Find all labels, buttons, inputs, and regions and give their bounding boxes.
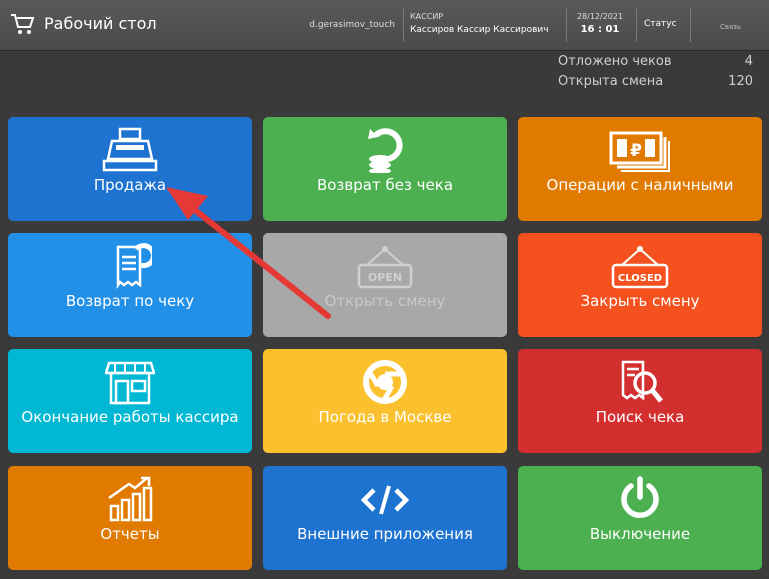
svg-text:CLOSED: CLOSED: [618, 273, 662, 284]
shutdown-tile[interactable]: Выключение: [518, 466, 762, 570]
tile-label: Продажа: [93, 176, 167, 194]
return-by-receipt-tile[interactable]: Возврат по чеку: [8, 233, 252, 337]
divider: [566, 8, 567, 42]
tile-label: Погода в Москве: [318, 408, 452, 426]
external-apps-tile[interactable]: Внешние приложения: [263, 466, 507, 570]
tile-label: Отчеты: [100, 525, 160, 543]
connection-indicator[interactable]: Связь: [708, 21, 753, 33]
tile-label: Операции с наличными: [546, 176, 734, 194]
receipt-search-icon: [621, 360, 663, 403]
coins-return-icon: [368, 128, 403, 173]
tile-label: Поиск чека: [595, 408, 685, 426]
tile-label: Возврат по чеку: [65, 292, 195, 310]
return-without-receipt-tile[interactable]: Возврат без чека: [263, 117, 507, 221]
cash-register-icon: [102, 127, 158, 172]
closed-sign-icon: CLOSED: [611, 246, 669, 289]
shop-icon: [105, 361, 155, 405]
cash-operations-tile[interactable]: ₽ Операции с наличными: [518, 117, 762, 221]
page-title: Рабочий стол: [44, 14, 157, 33]
cashier-end-work-tile[interactable]: Окончание работы кассира: [8, 349, 252, 453]
shift-stats: Отложено чеков 4 Открыта смена 120: [558, 52, 753, 92]
tile-label: Окончание работы кассира: [21, 408, 239, 426]
status-button[interactable]: Статус: [644, 19, 677, 29]
receipt-return-icon: [116, 243, 152, 289]
find-receipt-tile[interactable]: Поиск чека: [518, 349, 762, 453]
divider: [636, 8, 637, 42]
code-icon: [360, 485, 410, 515]
power-icon: [621, 476, 659, 518]
current-date: 28/12/2021: [576, 12, 624, 21]
user-login: d.gerasimov_touch: [309, 20, 395, 30]
tile-label: Закрыть смену: [580, 292, 700, 310]
deferred-checks: Отложено чеков 4: [558, 52, 753, 72]
tile-label: Открыть смену: [324, 292, 446, 310]
tile-label: Выключение: [589, 525, 691, 543]
open-shift: Открыта смена 120: [558, 72, 753, 92]
current-time: 16 : 01: [580, 24, 620, 35]
tile-label: Возврат без чека: [316, 176, 454, 194]
open-shift-label: Открыта смена: [558, 74, 664, 89]
divider: [403, 8, 404, 42]
weather-moscow-tile[interactable]: Погода в Москве: [263, 349, 507, 453]
open-shift-tile[interactable]: OPEN Открыть смену: [263, 233, 507, 337]
chart-icon: [108, 476, 153, 522]
deferred-checks-label: Отложено чеков: [558, 54, 672, 69]
cart-icon: [11, 14, 35, 34]
svg-text:OPEN: OPEN: [368, 271, 402, 284]
open-sign-icon: OPEN: [357, 246, 413, 289]
deferred-checks-value: 4: [744, 54, 753, 69]
banknotes-icon: ₽: [609, 131, 670, 172]
divider: [690, 8, 691, 42]
top-bar: Рабочий стол d.gerasimov_touch КАССИР Ка…: [0, 0, 769, 51]
chrome-icon: [363, 360, 407, 404]
sale-tile[interactable]: Продажа: [8, 117, 252, 221]
cashier-name: Кассиров Кассир Кассирович: [410, 25, 549, 35]
open-shift-value: 120: [728, 74, 753, 89]
close-shift-tile[interactable]: CLOSED Закрыть смену: [518, 233, 762, 337]
user-role: КАССИР: [410, 12, 444, 21]
reports-tile[interactable]: Отчеты: [8, 466, 252, 570]
svg-text:₽: ₽: [630, 141, 642, 161]
tile-label: Внешние приложения: [297, 525, 473, 543]
